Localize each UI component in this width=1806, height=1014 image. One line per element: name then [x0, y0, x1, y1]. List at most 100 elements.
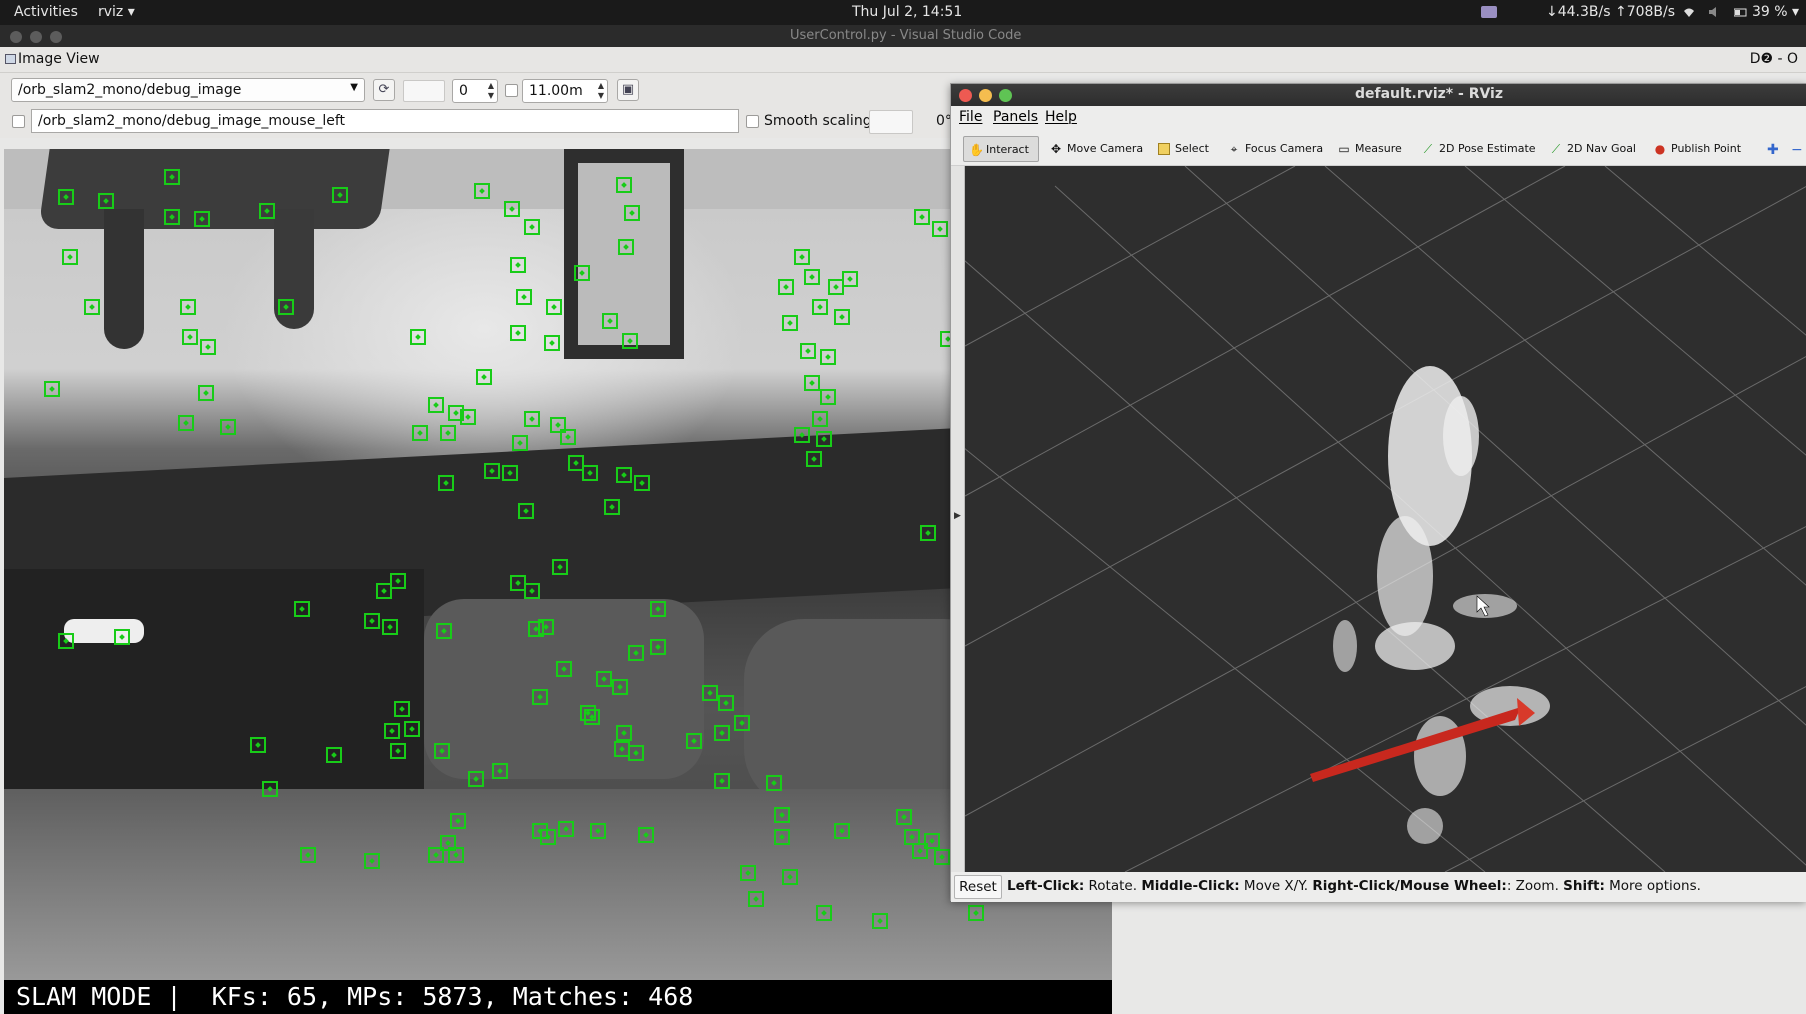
- hint-key: Shift:: [1563, 878, 1605, 894]
- value-spinbox[interactable]: 0 ▲ ▼: [452, 79, 498, 103]
- camera-debug-image[interactable]: [4, 149, 1112, 1014]
- remove-tool-button[interactable]: −: [1791, 136, 1805, 162]
- battery-icon[interactable]: [1734, 6, 1748, 18]
- rotation-field[interactable]: [869, 110, 913, 134]
- grid-and-pointcloud: [965, 166, 1806, 872]
- menu-panels[interactable]: Panels: [993, 109, 1038, 125]
- keypoint-marker: [164, 169, 180, 185]
- menu-file[interactable]: File: [959, 109, 982, 125]
- screen-icon[interactable]: [1480, 4, 1498, 20]
- keypoint-marker: [556, 661, 572, 677]
- keypoint-marker: [98, 193, 114, 209]
- keypoint-marker: [220, 419, 236, 435]
- reset-button[interactable]: Reset: [954, 875, 1002, 899]
- menu-help[interactable]: Help: [1045, 109, 1077, 125]
- system-top-bar: Activities rviz ▾ Thu Jul 2, 14:51 ↓44.3…: [0, 0, 1806, 25]
- network-speed: ↓44.3B/s ↑708B/s: [1546, 4, 1676, 20]
- keypoint-marker: [300, 847, 316, 863]
- keypoint-marker: [58, 633, 74, 649]
- keypoint-marker: [766, 775, 782, 791]
- keypoint-marker: [114, 629, 130, 645]
- keypoint-marker: [540, 829, 556, 845]
- keypoint-marker: [262, 781, 278, 797]
- keypoint-marker: [596, 671, 612, 687]
- keypoint-marker: [384, 723, 400, 739]
- ruler-icon: ▭: [1338, 142, 1350, 156]
- keypoint-marker: [782, 869, 798, 885]
- keypoint-marker: [259, 203, 275, 219]
- activities-button[interactable]: Activities: [14, 4, 78, 20]
- maximize-icon[interactable]: [999, 89, 1012, 102]
- minimize-icon[interactable]: [979, 89, 992, 102]
- tool-interact[interactable]: ✋ Interact: [963, 136, 1039, 162]
- max-range-value: 11.00m: [529, 83, 583, 99]
- max-range-checkbox[interactable]: [505, 84, 518, 97]
- keypoint-marker: [834, 823, 850, 839]
- tool-2d-pose-estimate[interactable]: ⟋ 2D Pose Estimate: [1417, 136, 1542, 162]
- keypoint-marker: [816, 905, 832, 921]
- keypoint-marker: [574, 265, 590, 281]
- mouse-publish-checkbox[interactable]: [12, 115, 25, 128]
- battery-percent[interactable]: 39 % ▾: [1752, 4, 1799, 20]
- keypoint-marker: [968, 905, 984, 921]
- spin-arrows-icon[interactable]: ▲ ▼: [488, 81, 494, 101]
- 3d-viewport[interactable]: [965, 166, 1806, 872]
- keypoint-marker: [842, 271, 858, 287]
- maximize-icon[interactable]: [50, 31, 62, 43]
- tool-focus-camera[interactable]: ⌖ Focus Camera: [1223, 136, 1329, 162]
- hint-key: Middle-Click:: [1141, 878, 1240, 894]
- keypoint-marker: [428, 847, 444, 863]
- topic-select[interactable]: /orb_slam2_mono/debug_image ▼: [11, 78, 365, 102]
- keypoint-marker: [914, 209, 930, 225]
- keypoint-marker: [714, 773, 730, 789]
- keypoint-marker: [194, 211, 210, 227]
- tool-select[interactable]: Select: [1153, 136, 1215, 162]
- keypoint-marker: [820, 349, 836, 365]
- collapse-panel-handle[interactable]: ▶: [951, 166, 965, 872]
- keypoint-marker: [524, 411, 540, 427]
- keypoint-marker: [782, 315, 798, 331]
- keypoint-marker: [332, 187, 348, 203]
- keypoint-marker: [492, 763, 508, 779]
- tool-label: Move Camera: [1067, 142, 1144, 155]
- keypoint-marker: [800, 343, 816, 359]
- keypoint-marker: [390, 743, 406, 759]
- add-tool-button[interactable]: ✚: [1767, 136, 1783, 162]
- keypoint-marker: [628, 745, 644, 761]
- tool-label: 2D Nav Goal: [1567, 142, 1636, 155]
- volume-icon[interactable]: [1708, 6, 1720, 18]
- spin-arrows-icon[interactable]: ▲ ▼: [598, 81, 604, 101]
- keypoint-marker: [404, 721, 420, 737]
- save-image-button[interactable]: ▣: [617, 79, 639, 101]
- clock[interactable]: Thu Jul 2, 14:51: [852, 4, 962, 20]
- keypoint-marker: [834, 309, 850, 325]
- refresh-topics-button[interactable]: ⟳: [373, 79, 395, 101]
- tool-move-camera[interactable]: ✥ Move Camera: [1045, 136, 1149, 162]
- empty-panel-area: [1112, 901, 1806, 1014]
- close-icon[interactable]: [959, 89, 972, 102]
- wifi-icon[interactable]: [1683, 6, 1695, 18]
- tool-publish-point[interactable]: ● Publish Point: [1649, 136, 1747, 162]
- tool-2d-nav-goal[interactable]: ⟋ 2D Nav Goal: [1545, 136, 1642, 162]
- plugin-title: Image View: [18, 51, 100, 67]
- close-icon[interactable]: [10, 31, 22, 43]
- blank-field[interactable]: [403, 80, 445, 102]
- keypoint-marker: [702, 685, 718, 701]
- keypoint-marker: [628, 645, 644, 661]
- slam-status-overlay: SLAM MODE | KFs: 65, MPs: 5873, Matches:…: [4, 980, 1112, 1014]
- keypoint-marker: [552, 559, 568, 575]
- app-menu[interactable]: rviz ▾: [98, 4, 135, 20]
- tool-measure[interactable]: ▭ Measure: [1333, 136, 1408, 162]
- keypoint-marker: [558, 821, 574, 837]
- max-range-spinbox[interactable]: 11.00m ▲ ▼: [522, 79, 608, 103]
- keypoint-marker: [774, 829, 790, 845]
- keypoint-marker: [62, 249, 78, 265]
- smooth-scaling-checkbox[interactable]: [746, 115, 759, 128]
- mouse-topic-field[interactable]: /orb_slam2_mono/debug_image_mouse_left: [31, 109, 739, 133]
- plugin-header-controls[interactable]: D❷ - O: [1750, 51, 1798, 67]
- minimize-icon[interactable]: [30, 31, 42, 43]
- keypoint-marker: [164, 209, 180, 225]
- keypoint-marker: [474, 183, 490, 199]
- chevron-right-icon: ▶: [954, 511, 961, 521]
- tool-label: 2D Pose Estimate: [1439, 142, 1536, 155]
